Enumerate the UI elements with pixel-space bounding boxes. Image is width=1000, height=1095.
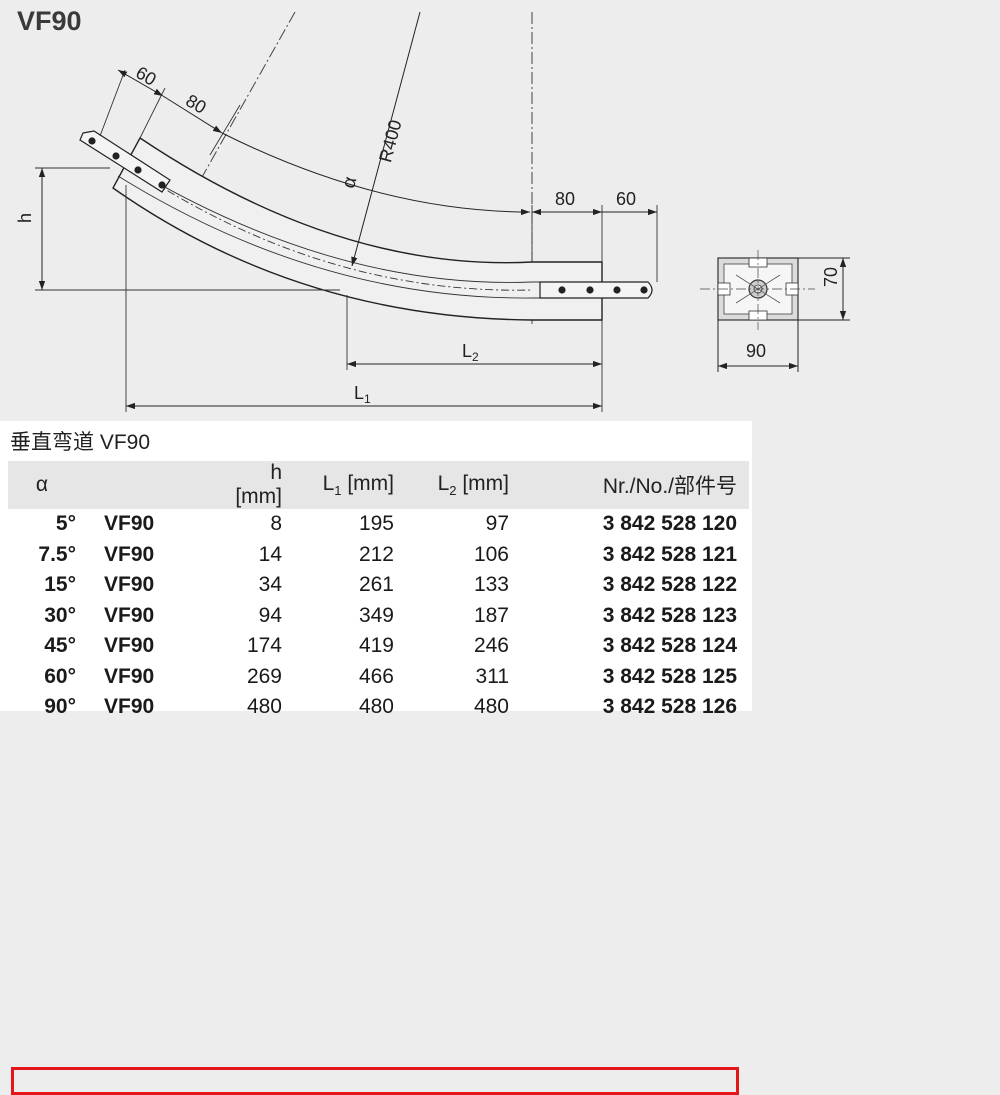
cell-part-number: 3 842 528 122 xyxy=(602,573,737,597)
spec-table-panel: 垂直弯道 VF90 α h [mm] L1 [mm] L2 [mm] Nr./N… xyxy=(0,421,752,1095)
table-row: 90° VF90 480 480 480 3 842 528 126 xyxy=(8,692,749,723)
cell-part-number: 3 842 528 124 xyxy=(602,634,737,658)
right-bracket xyxy=(539,281,653,299)
dimension-lines xyxy=(38,11,657,410)
cell-part-number: 3 842 528 121 xyxy=(602,542,737,566)
l1-label: L1 xyxy=(354,383,371,406)
cell-type: VF90 xyxy=(104,634,155,658)
cell-l1: 195 xyxy=(358,512,394,536)
cell-h: 14 xyxy=(258,542,282,566)
cell-angle: 45° xyxy=(44,634,76,658)
header-angle: α xyxy=(8,461,76,509)
cell-part-number: 3 842 528 120 xyxy=(602,512,737,536)
cell-angle: 7.5° xyxy=(38,542,76,566)
cell-l2: 133 xyxy=(473,573,509,597)
alpha-label: α xyxy=(338,175,361,191)
cell-l2: 97 xyxy=(485,512,509,536)
cell-h: 269 xyxy=(246,664,282,688)
cell-part-number: 3 842 528 126 xyxy=(602,695,737,719)
cell-h: 174 xyxy=(246,634,282,658)
cell-type: VF90 xyxy=(104,573,155,597)
cell-type: VF90 xyxy=(104,542,155,566)
cell-h: 480 xyxy=(246,695,282,719)
cell-h: 34 xyxy=(258,573,282,597)
highlight-box xyxy=(11,1067,739,1095)
header-l1: L1 [mm] xyxy=(282,461,394,509)
cell-angle: 60° xyxy=(44,664,76,688)
profile-cross-section xyxy=(700,250,815,330)
cell-angle: 5° xyxy=(55,512,76,536)
cell-l2: 246 xyxy=(473,634,509,658)
cell-type: VF90 xyxy=(104,664,155,688)
header-h: h [mm] xyxy=(222,461,282,509)
cell-l1: 480 xyxy=(358,695,394,719)
cell-type: VF90 xyxy=(104,512,155,536)
section-height-label: 70 xyxy=(821,267,841,287)
cell-l2: 311 xyxy=(475,664,509,688)
cell-angle: 90° xyxy=(44,695,76,719)
header-l2: L2 [mm] xyxy=(394,461,509,509)
cell-l1: 466 xyxy=(358,664,394,688)
table-caption: 垂直弯道 VF90 xyxy=(10,431,151,454)
cell-h: 8 xyxy=(270,512,282,536)
cell-l2: 187 xyxy=(473,603,509,627)
cell-l1: 261 xyxy=(358,573,394,597)
dim-right-60: 60 xyxy=(616,189,636,209)
cell-part-number: 3 842 528 123 xyxy=(602,603,737,627)
cell-l1: 212 xyxy=(358,542,394,566)
h-label: h xyxy=(15,213,35,223)
table-row: 7.5° VF90 14 212 106 3 842 528 121 xyxy=(8,540,749,571)
header-type xyxy=(76,461,222,509)
cell-type: VF90 xyxy=(104,695,155,719)
cell-l2: 480 xyxy=(473,695,509,719)
bend-outline xyxy=(112,136,603,321)
section-width-label: 90 xyxy=(746,341,766,361)
cell-part-number: 3 842 528 125 xyxy=(602,664,737,688)
cell-l2: 106 xyxy=(473,542,509,566)
spec-table: α h [mm] L1 [mm] L2 [mm] Nr./No./部件号 5° V… xyxy=(8,461,749,723)
cell-h: 94 xyxy=(258,603,282,627)
table-header-row: α h [mm] L1 [mm] L2 [mm] Nr./No./部件号 xyxy=(8,461,749,509)
table-row: 5° VF90 8 195 97 3 842 528 120 xyxy=(8,509,749,540)
dim-top-60: 60 xyxy=(132,62,159,89)
radius-label: R400 xyxy=(375,118,405,165)
cell-angle: 30° xyxy=(44,603,76,627)
cell-l1: 419 xyxy=(358,634,394,658)
cell-type: VF90 xyxy=(104,603,155,627)
cell-l1: 349 xyxy=(358,603,394,627)
header-part-number: Nr./No./部件号 xyxy=(509,461,749,509)
cell-angle: 15° xyxy=(44,573,76,597)
table-row: 15° VF90 34 261 133 3 842 528 122 xyxy=(8,570,749,601)
table-row: 60° VF90 269 466 311 3 842 528 125 xyxy=(8,662,749,693)
table-row: 30° VF90 94 349 187 3 842 528 123 xyxy=(8,601,749,632)
dim-right-80: 80 xyxy=(555,189,575,209)
technical-drawing: 60 80 α R400 80 60 h L2 L1 70 90 xyxy=(15,11,850,412)
l2-label: L2 xyxy=(462,341,479,364)
dim-top-80: 80 xyxy=(182,90,209,117)
table-row: 45° VF90 174 419 246 3 842 528 124 xyxy=(8,631,749,662)
